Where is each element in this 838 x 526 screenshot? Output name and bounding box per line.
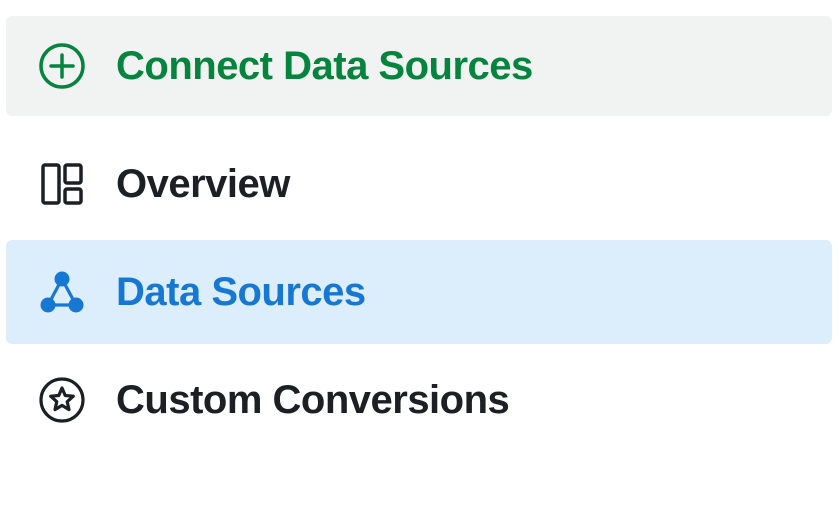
dashboard-icon — [38, 160, 86, 208]
data-sources-icon — [38, 268, 86, 316]
sidebar-item-data-sources[interactable]: Data Sources — [6, 240, 832, 344]
connect-label: Connect Data Sources — [116, 42, 533, 90]
star-circle-icon — [38, 376, 86, 424]
sidebar-item-label: Overview — [116, 160, 290, 208]
sidebar-item-custom-conversions[interactable]: Custom Conversions — [6, 348, 832, 452]
sidebar-item-overview[interactable]: Overview — [6, 132, 832, 236]
sidebar-item-label: Data Sources — [116, 268, 366, 316]
sidebar-nav: Connect Data Sources Overview Data Sourc… — [0, 0, 838, 452]
sidebar-item-label: Custom Conversions — [116, 376, 509, 424]
connect-data-sources-button[interactable]: Connect Data Sources — [6, 16, 832, 116]
plus-circle-icon — [38, 42, 86, 90]
